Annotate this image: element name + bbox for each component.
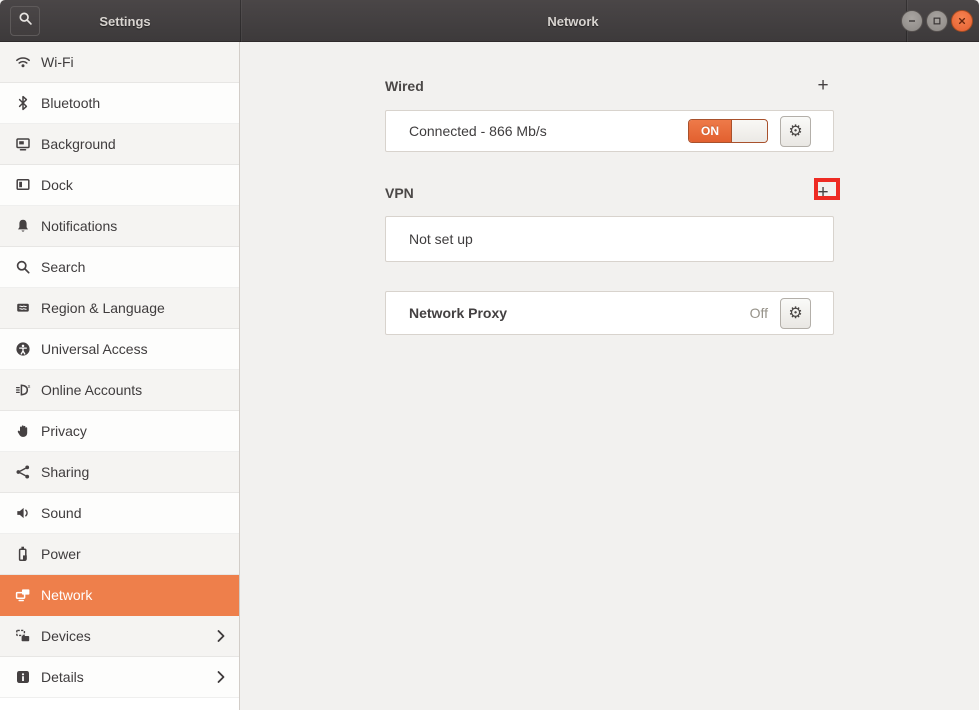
share-icon [15, 464, 31, 480]
sidebar-item-label: Region & Language [41, 300, 165, 316]
sidebar-item-dock[interactable]: Dock [0, 165, 239, 206]
sidebar-item-background[interactable]: Background [0, 124, 239, 165]
wifi-icon [15, 54, 31, 70]
svg-text:s: s [28, 384, 31, 390]
toggle-on-label: ON [689, 120, 731, 142]
sidebar-item-label: Network [41, 587, 92, 603]
flag-icon [15, 300, 31, 316]
vpn-section-header: VPN + [385, 183, 834, 203]
sidebar-item-label: Online Accounts [41, 382, 142, 398]
accessibility-icon [15, 341, 31, 357]
content-column: Wired + Connected - 866 Mb/s ON ⚙ VPN + … [385, 76, 834, 335]
sidebar-item-label: Notifications [41, 218, 117, 234]
dock-icon [15, 177, 31, 193]
close-button[interactable] [951, 10, 973, 32]
sidebar: Wi-Fi Bluetooth Background Dock [0, 42, 240, 710]
gear-icon: ⚙ [788, 303, 802, 323]
search-button[interactable] [10, 6, 40, 36]
proxy-settings-button[interactable]: ⚙ [780, 298, 811, 329]
sidebar-item-online-accounts[interactable]: s Online Accounts [0, 370, 239, 411]
sidebar-item-search[interactable]: Search [0, 247, 239, 288]
wired-status-label: Connected - 866 Mb/s [409, 123, 547, 139]
online-accounts-icon: s [15, 382, 31, 398]
devices-icon [15, 628, 31, 644]
wired-toggle[interactable]: ON [688, 119, 768, 143]
sidebar-item-sound[interactable]: Sound [0, 493, 239, 534]
sidebar-item-label: Universal Access [41, 341, 148, 357]
search-icon [15, 259, 31, 275]
sidebar-item-label: Bluetooth [41, 95, 100, 111]
sidebar-item-wifi[interactable]: Wi-Fi [0, 42, 239, 83]
sidebar-item-sharing[interactable]: Sharing [0, 452, 239, 493]
wired-settings-button[interactable]: ⚙ [780, 116, 811, 147]
sidebar-item-bluetooth[interactable]: Bluetooth [0, 83, 239, 124]
search-icon [18, 11, 33, 31]
network-icon [15, 587, 31, 603]
sidebar-item-label: Background [41, 136, 116, 152]
battery-icon [15, 546, 31, 562]
wired-connection-row[interactable]: Connected - 866 Mb/s ON ⚙ [385, 110, 834, 152]
sidebar-item-label: Devices [41, 628, 91, 644]
sidebar-item-label: Privacy [41, 423, 87, 439]
sidebar-item-label: Dock [41, 177, 73, 193]
bluetooth-icon [15, 95, 31, 111]
sidebar-item-details[interactable]: Details [0, 657, 239, 698]
sidebar-item-label: Search [41, 259, 85, 275]
sidebar-item-label: Sound [41, 505, 81, 521]
sidebar-item-universal-access[interactable]: Universal Access [0, 329, 239, 370]
wired-section-title: Wired [385, 78, 424, 94]
vpn-section-title: VPN [385, 185, 414, 201]
wired-section-header: Wired + [385, 76, 834, 96]
background-icon [15, 136, 31, 152]
chevron-right-icon [216, 629, 226, 643]
sidebar-item-power[interactable]: Power [0, 534, 239, 575]
chevron-right-icon [216, 670, 226, 684]
network-proxy-title: Network Proxy [409, 305, 507, 321]
window-controls [901, 0, 973, 42]
sidebar-item-devices[interactable]: Devices [0, 616, 239, 657]
sidebar-item-privacy[interactable]: Privacy [0, 411, 239, 452]
bell-icon [15, 218, 31, 234]
sidebar-item-network[interactable]: Network [0, 575, 239, 616]
sidebar-item-label: Wi-Fi [41, 54, 74, 70]
speaker-icon [15, 505, 31, 521]
titlebar: Settings Network [0, 0, 979, 42]
maximize-button[interactable] [926, 10, 948, 32]
sidebar-item-region-language[interactable]: Region & Language [0, 288, 239, 329]
vpn-row[interactable]: Not set up [385, 216, 834, 262]
page-title: Network [240, 0, 906, 42]
toggle-knob[interactable] [731, 120, 767, 142]
info-icon [15, 669, 31, 685]
gear-icon: ⚙ [788, 121, 802, 141]
network-proxy-row[interactable]: Network Proxy Off ⚙ [385, 291, 834, 335]
sidebar-item-label: Sharing [41, 464, 89, 480]
add-wired-connection-button[interactable]: + [814, 76, 832, 96]
network-panel: Wired + Connected - 866 Mb/s ON ⚙ VPN + … [240, 42, 979, 710]
vpn-status-label: Not set up [409, 231, 473, 247]
sidebar-item-label: Power [41, 546, 81, 562]
proxy-status-label: Off [750, 305, 768, 321]
hand-icon [15, 423, 31, 439]
sidebar-item-label: Details [41, 669, 84, 685]
minimize-button[interactable] [901, 10, 923, 32]
titlebar-left: Settings [0, 0, 240, 42]
sidebar-item-notifications[interactable]: Notifications [0, 206, 239, 247]
window-title-settings: Settings [40, 0, 210, 42]
add-vpn-button[interactable]: + [814, 183, 832, 203]
